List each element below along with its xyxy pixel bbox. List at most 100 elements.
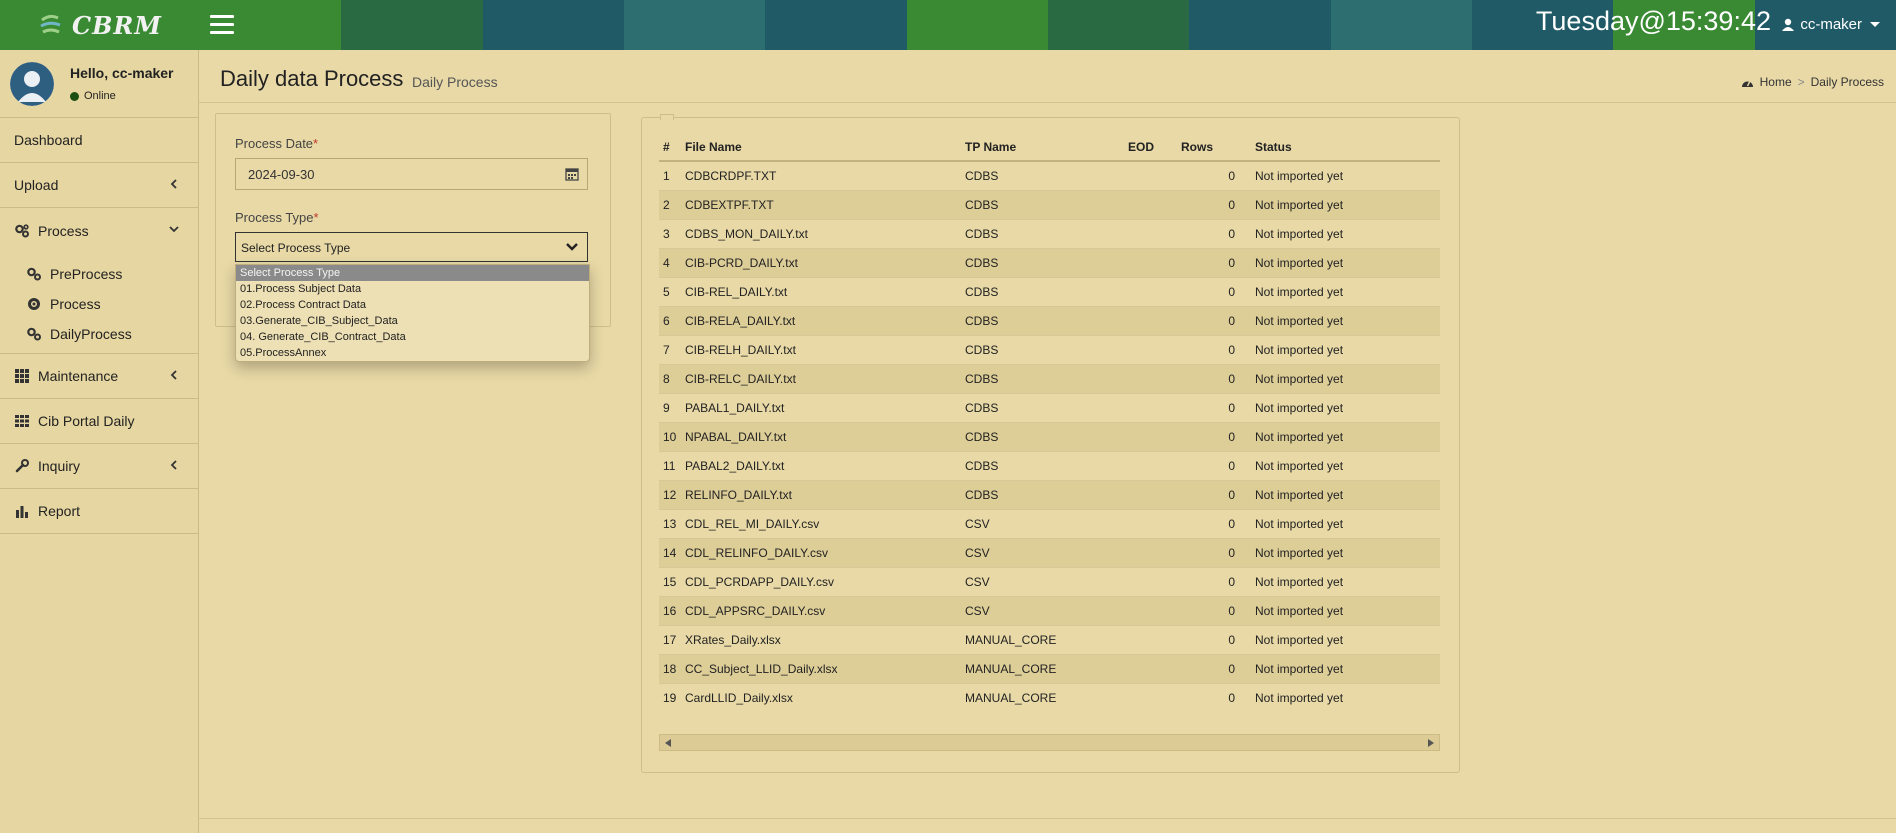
grid-small-icon (14, 413, 30, 429)
user-status-label: Online (84, 90, 116, 102)
table-row[interactable]: 2 CDBEXTPF.TXT CDBS 0 Not imported yet (659, 190, 1440, 220)
table-row[interactable]: 13 CDL_REL_MI_DAILY.csv CSV 0 Not imported y… (659, 509, 1440, 539)
sidebar-item-process[interactable]: Process (0, 208, 198, 253)
table-row[interactable]: 16 CDL_APPSRC_DAILY.csv CSV 0 Not imported y… (659, 596, 1440, 626)
table-cell: Not imported yet (1251, 451, 1440, 481)
sidebar-item-inquiry[interactable]: Inquiry (0, 444, 198, 489)
scroll-left-icon[interactable] (665, 739, 671, 747)
column-header[interactable]: EOD (1124, 134, 1177, 162)
dropdown-option[interactable]: 03.Generate_CIB_Subject_Data (236, 313, 589, 329)
table-cell: Not imported yet (1251, 219, 1440, 249)
sidebar-toggle-button[interactable] (210, 15, 234, 35)
table-cell: CDBS (961, 248, 1124, 278)
table-cell: 18 (659, 654, 681, 684)
table-cell (1124, 509, 1177, 539)
table-row[interactable]: 10 NPABAL_DAILY.txt CDBS 0 Not imported yet (659, 422, 1440, 452)
table-cell: Not imported yet (1251, 567, 1440, 597)
user-menu[interactable]: cc-maker (1782, 16, 1880, 33)
table-cell: 0 (1177, 596, 1251, 626)
table-cell: Not imported yet (1251, 277, 1440, 307)
table-cell: 16 (659, 596, 681, 626)
sidebar-item-upload[interactable]: Upload (0, 163, 198, 208)
dropdown-option[interactable]: 02.Process Contract Data (236, 297, 589, 313)
table-cell: Not imported yet (1251, 393, 1440, 423)
table-row[interactable]: 19 CardLLID_Daily.xlsx MANUAL_CORE 0 Not imp… (659, 683, 1440, 712)
table-row[interactable]: 12 RELINFO_DAILY.txt CDBS 0 Not imported yet (659, 480, 1440, 510)
column-header[interactable]: # (659, 134, 681, 162)
table-cell: CIB-RELC_DAILY.txt (681, 364, 961, 394)
sidebar-subitem-preprocess[interactable]: PreProcess (0, 259, 198, 289)
table-cell (1124, 248, 1177, 278)
online-dot-icon (70, 91, 79, 101)
scroll-right-icon[interactable] (1428, 739, 1434, 747)
dropdown-option[interactable]: Select Process Type (236, 265, 589, 281)
process-type-label: Process Type* (235, 210, 319, 225)
table-cell: 12 (659, 480, 681, 510)
breadcrumb-home-link[interactable]: Home (1760, 75, 1792, 89)
table-row[interactable]: 9 PABAL1_DAILY.txt CDBS 0 Not imported yet (659, 393, 1440, 423)
chevron-left-icon (170, 179, 177, 189)
table-cell (1124, 683, 1177, 712)
table-row[interactable]: 17 XRates_Daily.xlsx MANUAL_CORE 0 Not impor… (659, 625, 1440, 655)
header-band (1048, 0, 1191, 50)
column-header[interactable]: Rows (1177, 134, 1251, 162)
avatar (10, 62, 54, 106)
column-header[interactable]: File Name (681, 134, 961, 162)
table-cell: Not imported yet (1251, 190, 1440, 220)
sidebar-item-report[interactable]: Report (0, 489, 198, 534)
chevron-left-icon (170, 370, 177, 380)
table-row[interactable]: 15 CDL_PCRDAPP_DAILY.csv CSV 0 Not imported … (659, 567, 1440, 597)
horizontal-scrollbar[interactable] (659, 734, 1440, 751)
sidebar-item-maintenance[interactable]: Maintenance (0, 354, 198, 399)
sidebar-item-dashboard[interactable]: Dashboard (0, 118, 198, 163)
table-row[interactable]: 3 CDBS_MON_DAILY.txt CDBS 0 Not imported yet (659, 219, 1440, 249)
table-row[interactable]: 11 PABAL2_DAILY.txt CDBS 0 Not imported yet (659, 451, 1440, 481)
sidebar-item-cib-portal-daily[interactable]: Cib Portal Daily (0, 399, 198, 444)
caret-down-icon (1870, 22, 1880, 27)
table-cell: 7 (659, 335, 681, 365)
table-cell: Not imported yet (1251, 538, 1440, 568)
table-cell (1124, 480, 1177, 510)
sidebar-item-label: Inquiry (38, 458, 81, 474)
dropdown-option[interactable]: 05.ProcessAnnex (236, 345, 589, 361)
table-row[interactable]: 14 CDL_RELINFO_DAILY.csv CSV 0 Not imported … (659, 538, 1440, 568)
process-type-options: Select Process Type 01.Process Subject D… (235, 264, 590, 362)
table-cell (1124, 451, 1177, 481)
table-cell: 13 (659, 509, 681, 539)
table-cell: Not imported yet (1251, 364, 1440, 394)
header-band (1330, 0, 1473, 50)
sidebar-subitem-dailyprocess[interactable]: DailyProcess (0, 319, 198, 349)
table-row[interactable]: 18 CC_Subject_LLID_Daily.xlsx MANUAL_CORE 0… (659, 654, 1440, 684)
table-cell: PABAL2_DAILY.txt (681, 451, 961, 481)
table-row[interactable]: 4 CIB-PCRD_DAILY.txt CDBS 0 Not imported yet (659, 248, 1440, 278)
files-table-body: 1 CDBCRDPF.TXT CDBS 0 Not imported yet 2 CDBEX… (659, 160, 1440, 712)
table-row[interactable]: 1 CDBCRDPF.TXT CDBS 0 Not imported yet (659, 160, 1440, 191)
dropdown-option[interactable]: 04. Generate_CIB_Contract_Data (236, 329, 589, 345)
table-cell: CDBS (961, 451, 1124, 481)
calendar-icon[interactable] (565, 167, 579, 181)
table-row[interactable]: 6 CIB-RELA_DAILY.txt CDBS 0 Not imported yet (659, 306, 1440, 336)
table-cell: CC_Subject_LLID_Daily.xlsx (681, 654, 961, 684)
process-date-field[interactable]: 2024-09-30 (235, 158, 588, 190)
process-type-selected: Select Process Type (241, 241, 351, 255)
breadcrumb-current: Daily Process (1810, 75, 1884, 89)
column-header[interactable]: TP Name (961, 134, 1124, 162)
header-band (341, 0, 484, 50)
process-type-select[interactable]: Select Process Type (235, 232, 588, 262)
table-row[interactable]: 8 CIB-RELC_DAILY.txt CDBS 0 Not imported yet (659, 364, 1440, 394)
sidebar-subitem-process[interactable]: Process (0, 289, 198, 319)
table-cell: 0 (1177, 160, 1251, 191)
dropdown-option[interactable]: 01.Process Subject Data (236, 281, 589, 297)
required-mark: * (313, 210, 319, 225)
column-header[interactable]: Status (1251, 134, 1440, 162)
table-cell: CDBS (961, 393, 1124, 423)
table-cell: 11 (659, 451, 681, 481)
table-row[interactable]: 7 CIB-RELH_DAILY.txt CDBS 0 Not imported yet (659, 335, 1440, 365)
bar-chart-icon (14, 503, 30, 519)
table-cell: Not imported yet (1251, 335, 1440, 365)
files-table: # File Name TP Name EOD Rows Status 1 CDB… (659, 134, 1440, 712)
table-cell (1124, 538, 1177, 568)
table-cell: 2 (659, 190, 681, 220)
logo[interactable]: CBRM (0, 0, 200, 50)
table-row[interactable]: 5 CIB-REL_DAILY.txt CDBS 0 Not imported yet (659, 277, 1440, 307)
